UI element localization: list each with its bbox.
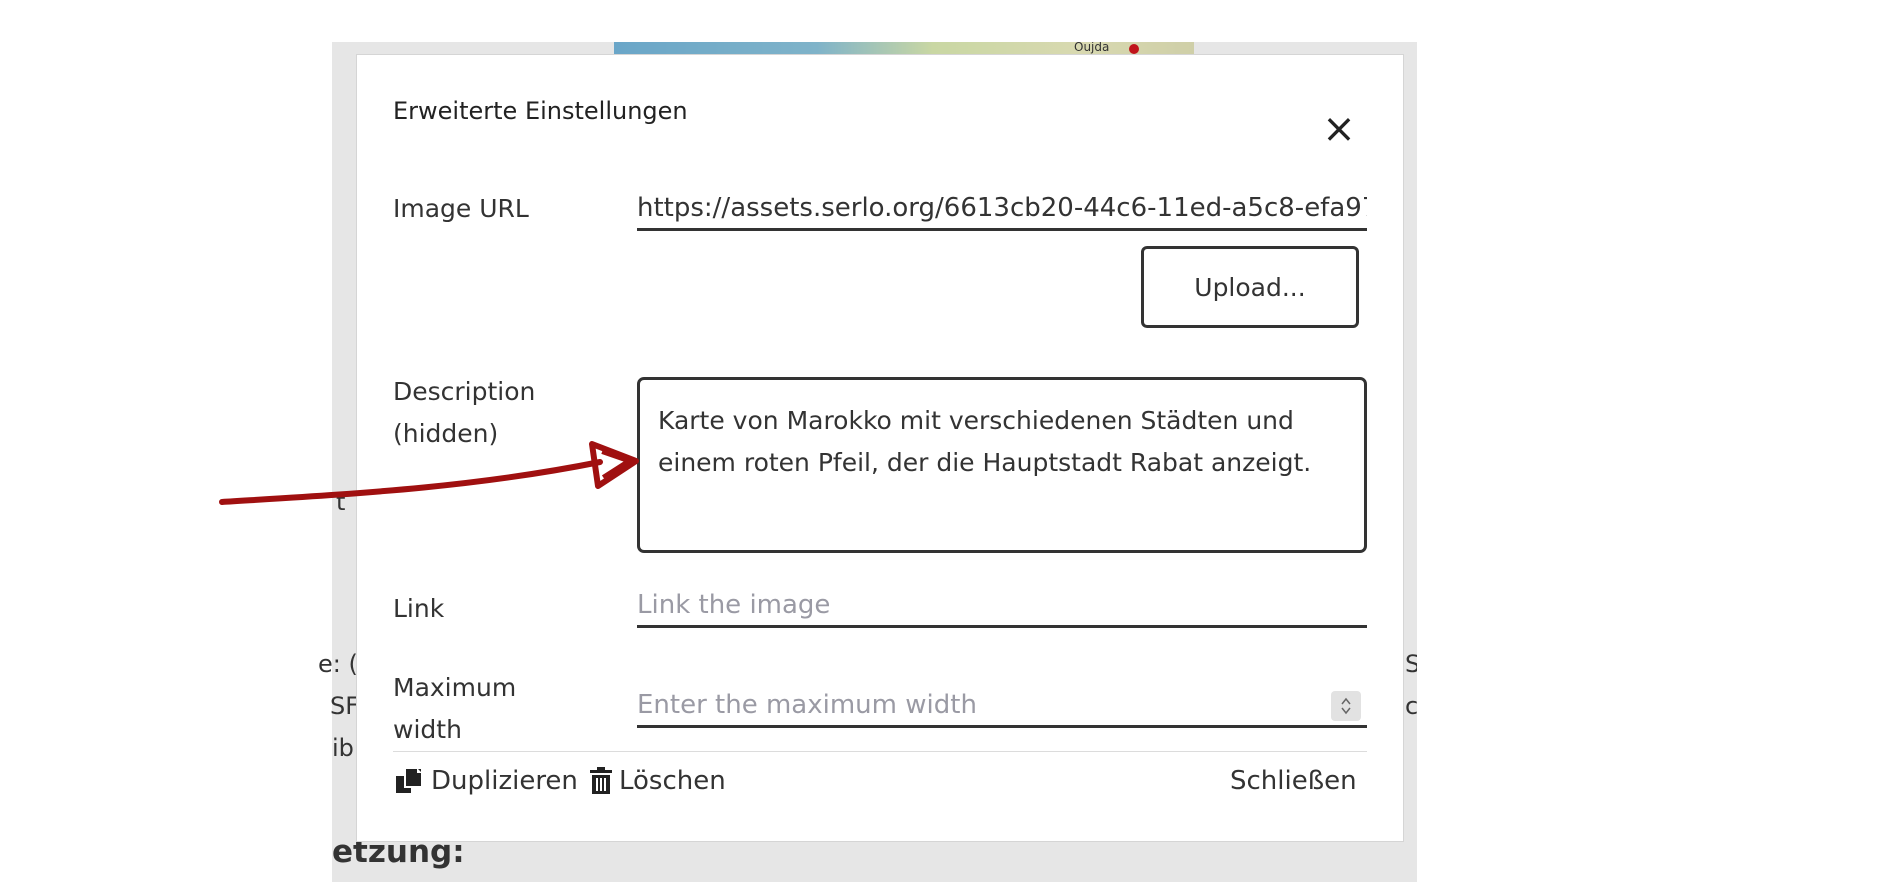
stepper-arrows-icon (1341, 697, 1351, 715)
max-width-label-line: width (393, 715, 462, 744)
description-label-line: (hidden) (393, 419, 499, 448)
advanced-settings-dialog: Erweiterte Einstellungen × Image URL htt… (356, 54, 1404, 842)
close-icon: × (1322, 106, 1356, 152)
trash-icon (589, 767, 613, 795)
bg-text-fragment: e: ( (318, 650, 356, 678)
image-url-label: Image URL (393, 194, 529, 223)
number-stepper[interactable] (1331, 691, 1361, 721)
close-button[interactable]: × (1317, 107, 1361, 151)
bg-text-fragment: SF (330, 692, 356, 720)
map-city-label: Oujda (1074, 42, 1110, 54)
description-textarea[interactable]: Karte von Marokko mit verschiedenen Städ… (637, 377, 1367, 553)
max-width-input[interactable]: Enter the maximum width (637, 685, 1367, 728)
image-url-input[interactable]: https://assets.serlo.org/6613cb20-44c6-1… (637, 188, 1367, 231)
bg-text-fragment: c (1405, 692, 1417, 720)
upload-button[interactable]: Upload... (1141, 246, 1359, 328)
dialog-title: Erweiterte Einstellungen (393, 97, 688, 125)
footer-divider (393, 751, 1367, 752)
delete-button[interactable]: Löschen (589, 761, 726, 801)
bg-text-fragment: t (336, 488, 346, 516)
max-width-label-line: Maximum (393, 673, 517, 702)
bg-text-fragment: ib (332, 734, 354, 762)
map-pin-icon (1129, 44, 1139, 54)
description-label: Description (hidden) (393, 371, 603, 455)
delete-label: Löschen (619, 766, 726, 796)
description-label-line: Description (393, 377, 536, 406)
link-input[interactable]: Link the image (637, 585, 1367, 628)
copy-icon (395, 767, 425, 795)
bg-text-fragment: S (1405, 650, 1417, 678)
link-label: Link (393, 594, 445, 623)
duplicate-button[interactable]: Duplizieren (395, 761, 578, 801)
duplicate-label: Duplizieren (431, 766, 578, 796)
max-width-label: Maximum width (393, 667, 603, 751)
close-dialog-button[interactable]: Schließen (1230, 761, 1357, 801)
